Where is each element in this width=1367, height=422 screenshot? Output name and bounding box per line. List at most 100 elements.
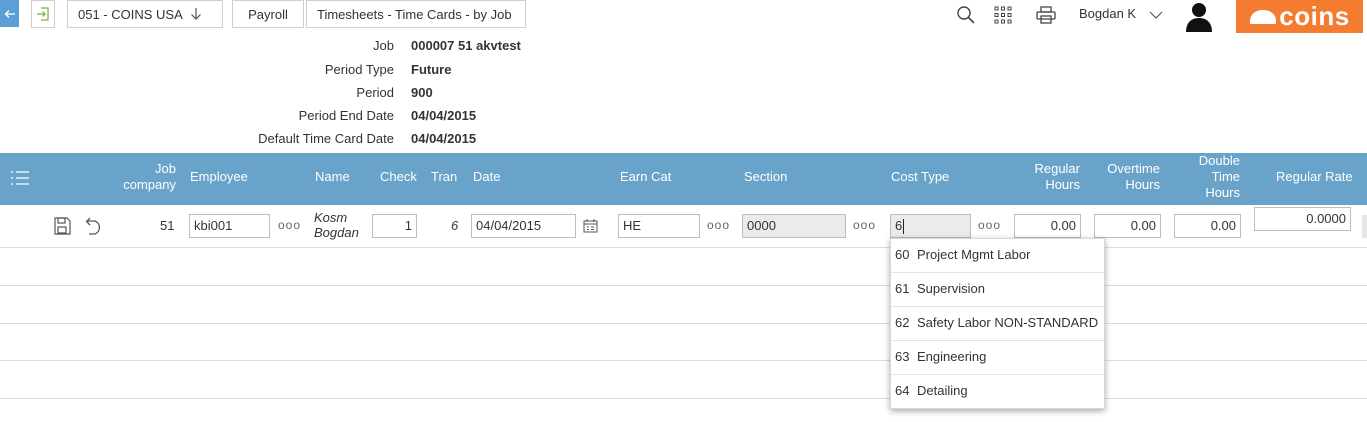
empty-row <box>0 324 1367 361</box>
dropdown-option[interactable]: 60 Project Mgmt Labor <box>891 239 1104 273</box>
col-check[interactable]: Check <box>380 169 417 185</box>
dropdown-option[interactable]: 64 Detailing <box>891 375 1104 409</box>
section-lookup-button[interactable]: ooo <box>853 218 876 232</box>
user-name[interactable]: Bogdan K <box>1079 6 1136 21</box>
dropdown-option[interactable]: 63 Engineering <box>891 341 1104 375</box>
chevron-down-icon <box>1149 11 1163 19</box>
brand-wordmark: coins <box>1279 1 1350 31</box>
breadcrumb-module-label: Payroll <box>248 6 288 22</box>
search-button[interactable] <box>954 4 978 26</box>
option-label: Detailing <box>917 383 968 398</box>
option-code: 60 <box>895 247 910 262</box>
option-label: Supervision <box>917 281 985 296</box>
save-row-button[interactable] <box>53 217 71 238</box>
date-input[interactable]: 04/04/2015 <box>471 214 576 238</box>
col-tran[interactable]: Tran <box>431 169 457 185</box>
col-earn-cat[interactable]: Earn Cat <box>620 169 671 185</box>
table-row: 51 kbi001 ooo Kosm Bogdan 1 6 04/04/2015… <box>0 205 1367 248</box>
enter-app-button[interactable] <box>31 0 55 28</box>
cost-type-value: 6 <box>895 218 903 233</box>
breadcrumb-page-label: Timesheets - Time Cards - by Job <box>317 6 512 22</box>
regular-rate-input[interactable]: 0.0000 <box>1254 207 1351 231</box>
breadcrumb-module[interactable]: Payroll <box>232 0 304 28</box>
col-cost-type[interactable]: Cost Type <box>891 169 949 185</box>
info-row-period: Period 900 <box>197 85 597 103</box>
option-code: 61 <box>895 281 910 296</box>
undo-row-button[interactable] <box>81 217 105 238</box>
empty-row <box>0 361 1367 399</box>
calendar-icon <box>583 219 598 233</box>
arrow-left-icon <box>4 9 15 18</box>
col-regular-hours-line2: Hours <box>1045 177 1080 192</box>
empty-row <box>0 286 1367 324</box>
info-row-default-date: Default Time Card Date 04/04/2015 <box>197 131 597 149</box>
arrow-down-icon <box>190 8 201 20</box>
search-icon <box>957 6 975 24</box>
col-job-company[interactable]: Job company <box>100 161 176 193</box>
cell-job-company: 51 <box>160 218 175 233</box>
double-time-hours-input[interactable]: 0.00 <box>1174 214 1241 238</box>
default-date-value: 04/04/2015 <box>411 131 477 146</box>
period-end-value: 04/04/2015 <box>411 108 477 123</box>
col-job-company-line2: company <box>123 177 176 192</box>
print-button[interactable] <box>1034 4 1058 26</box>
breadcrumb-company-label: 051 - COINS USA <box>78 6 183 22</box>
option-label: Safety Labor NON-STANDARD <box>917 315 1099 330</box>
period-value: 900 <box>411 85 433 100</box>
dropdown-option[interactable]: 61 Supervision <box>891 273 1104 307</box>
period-label: Period <box>356 85 394 100</box>
overtime-hours-input[interactable]: 0.00 <box>1094 214 1161 238</box>
earn-cat-lookup-button[interactable]: ooo <box>707 218 730 232</box>
col-overtime-hours-line2: Hours <box>1125 177 1160 192</box>
user-menu-toggle[interactable] <box>1144 4 1168 26</box>
breadcrumb-page[interactable]: Timesheets - Time Cards - by Job <box>306 0 526 28</box>
col-double-time-hours[interactable]: Double Time Hours <box>1160 153 1240 201</box>
date-picker-button[interactable] <box>583 219 598 236</box>
avatar[interactable] <box>1183 0 1215 32</box>
default-date-label: Default Time Card Date <box>258 131 394 146</box>
job-value: 000007 51 akvtest <box>411 38 521 53</box>
user-silhouette-icon <box>1186 3 1212 32</box>
apps-button[interactable] <box>991 4 1015 26</box>
period-type-value: Future <box>411 62 452 77</box>
option-label: Engineering <box>917 349 987 364</box>
employee-lookup-button[interactable]: ooo <box>278 218 301 232</box>
floppy-disk-icon <box>54 217 71 235</box>
period-type-label: Period Type <box>324 62 394 77</box>
cost-type-input[interactable]: 6 <box>890 214 971 238</box>
col-name[interactable]: Name <box>315 169 350 185</box>
employee-input[interactable]: kbi001 <box>189 214 270 238</box>
next-column-cell <box>1362 215 1367 238</box>
regular-hours-input[interactable]: 0.00 <box>1014 214 1081 238</box>
column-menu-button[interactable] <box>10 170 30 189</box>
breadcrumb-company[interactable]: 051 - COINS USA <box>67 0 223 28</box>
col-date[interactable]: Date <box>473 169 500 185</box>
col-section[interactable]: Section <box>744 169 787 185</box>
check-input[interactable]: 1 <box>372 214 417 238</box>
dropdown-option[interactable]: 62 Safety Labor NON-STANDARD <box>891 307 1104 341</box>
col-regular-hours-line1: Regular <box>1034 161 1080 176</box>
earn-cat-input[interactable]: HE <box>618 214 700 238</box>
col-employee[interactable]: Employee <box>190 169 248 185</box>
list-menu-icon <box>11 171 29 185</box>
cell-name-line1: Kosm <box>314 210 348 225</box>
col-double-time-line1: Double <box>1198 153 1240 168</box>
option-code: 64 <box>895 383 910 398</box>
brand-logo: coins <box>1236 0 1363 33</box>
cell-tran: 6 <box>451 218 459 233</box>
empty-row <box>0 248 1367 286</box>
option-code: 63 <box>895 349 910 364</box>
info-row-job: Job 000007 51 akvtest <box>197 38 597 56</box>
cell-name: Kosm Bogdan <box>314 210 359 240</box>
col-regular-hours[interactable]: Regular Hours <box>1000 161 1080 193</box>
col-overtime-hours[interactable]: Overtime Hours <box>1080 161 1160 193</box>
cost-type-lookup-button[interactable]: ooo <box>978 218 1001 232</box>
login-arrow-icon <box>37 7 49 21</box>
info-row-period-end: Period End Date 04/04/2015 <box>197 108 597 126</box>
cell-name-line2: Bogdan <box>314 225 359 240</box>
section-input[interactable]: 0000 <box>742 214 846 238</box>
col-regular-rate[interactable]: Regular Rate <box>1276 169 1353 185</box>
col-job-company-line1: Job <box>155 161 176 176</box>
col-double-time-line3: Hours <box>1205 185 1240 200</box>
back-button[interactable] <box>0 0 19 27</box>
